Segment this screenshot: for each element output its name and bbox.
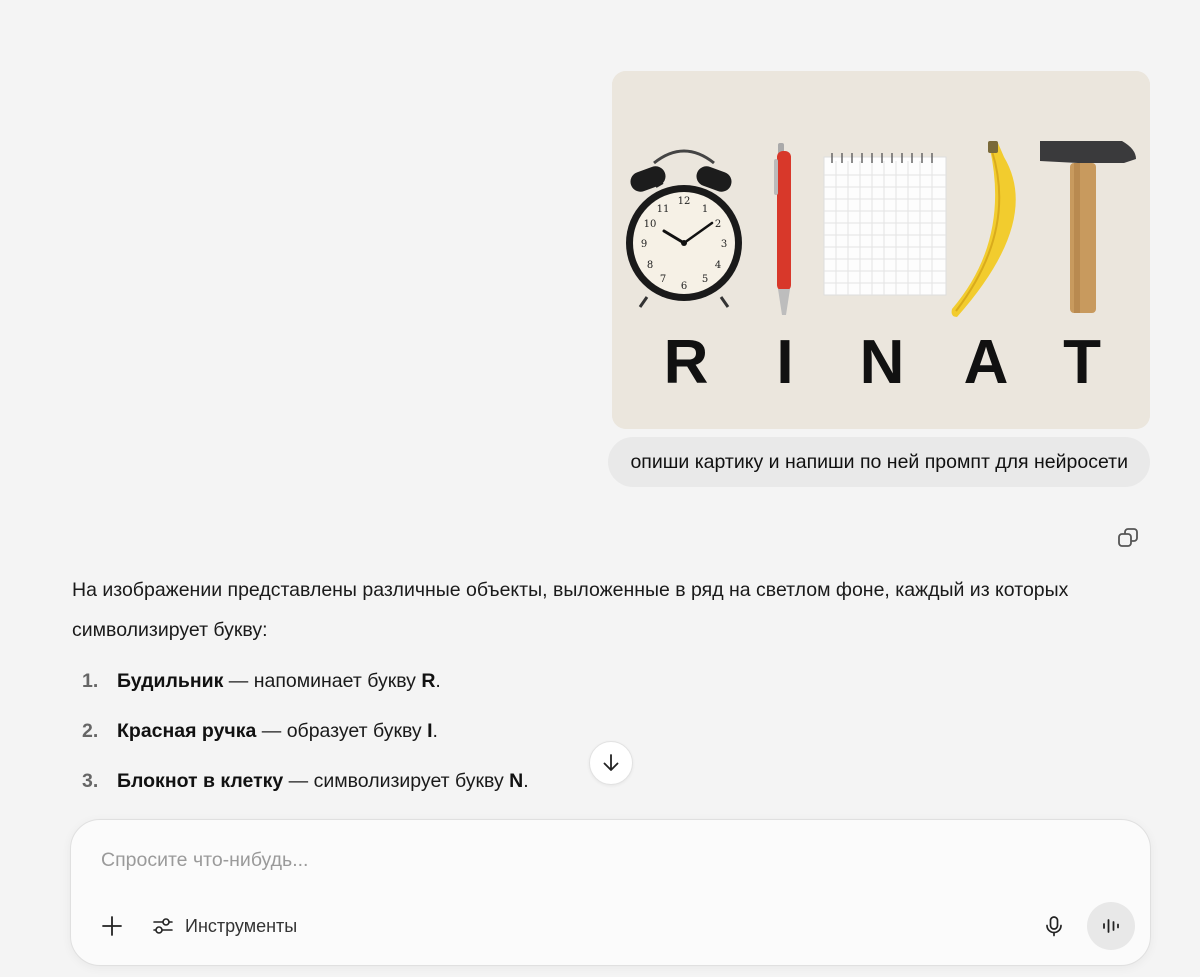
message-composer: Инструменты <box>70 819 1151 966</box>
tools-button[interactable]: Инструменты <box>147 909 301 943</box>
svg-text:1: 1 <box>702 204 708 215</box>
list-number: 2. <box>82 720 99 742</box>
voice-mode-button[interactable] <box>1087 902 1135 950</box>
scroll-down-button[interactable] <box>589 741 633 785</box>
svg-text:5: 5 <box>702 274 708 285</box>
item-end: . <box>435 670 441 692</box>
waveform-icon <box>1103 919 1119 933</box>
item-description: — напоминает букву <box>223 670 422 692</box>
svg-text:11: 11 <box>657 204 670 215</box>
dictate-button[interactable] <box>1037 909 1071 943</box>
item-title: Будильник <box>117 670 224 692</box>
user-message-bubble: опиши картику и напиши по ней промпт для… <box>608 437 1150 487</box>
svg-text:3: 3 <box>721 239 727 250</box>
item-end: . <box>432 720 438 742</box>
arrow-down-icon <box>603 754 619 771</box>
item-letter: N <box>509 770 524 792</box>
item-end: . <box>523 770 529 792</box>
svg-text:12: 12 <box>678 196 691 207</box>
chat-page: 12 6 3 9 12 45 78 10 11 R I N A T опиши к… <box>0 0 1200 977</box>
copy-icon <box>1118 528 1138 547</box>
plus-icon <box>102 916 122 936</box>
tools-label: Инструменты <box>185 915 298 936</box>
item-title: Красная ручка <box>117 720 257 742</box>
sliders-icon <box>153 918 173 934</box>
image-letter-n: N <box>860 328 905 397</box>
attached-image[interactable]: 12 6 3 9 12 45 78 10 11 R I N A T <box>612 71 1150 429</box>
svg-text:9: 9 <box>641 239 647 250</box>
item-title: Блокнот в клетку <box>117 770 284 792</box>
svg-text:2: 2 <box>715 219 721 230</box>
svg-text:4: 4 <box>715 260 721 271</box>
add-attachment-button[interactable] <box>95 909 129 943</box>
image-letter-t: T <box>1063 328 1101 397</box>
svg-text:6: 6 <box>681 281 687 292</box>
notepad-object <box>823 153 947 296</box>
copy-button[interactable] <box>1114 524 1142 552</box>
list-number: 3. <box>82 770 99 792</box>
message-input[interactable] <box>101 842 1001 878</box>
image-letter-a: A <box>964 328 1009 397</box>
item-description: — символизирует букву <box>283 770 510 792</box>
response-intro: На изображении представлены различные об… <box>72 579 1069 641</box>
svg-text:7: 7 <box>660 274 666 285</box>
user-message-text: опиши картику и напиши по ней промпт для… <box>630 450 1128 473</box>
image-letter-i: I <box>776 328 793 397</box>
image-letter-r: R <box>664 328 709 397</box>
svg-text:10: 10 <box>644 219 657 230</box>
list-number: 1. <box>82 670 99 692</box>
item-letter: R <box>421 670 436 692</box>
svg-text:8: 8 <box>647 260 653 271</box>
item-description: — образует букву <box>256 720 428 742</box>
microphone-icon <box>1046 916 1062 937</box>
list-item: 1. Будильник — напоминает букву R. <box>72 656 1157 706</box>
